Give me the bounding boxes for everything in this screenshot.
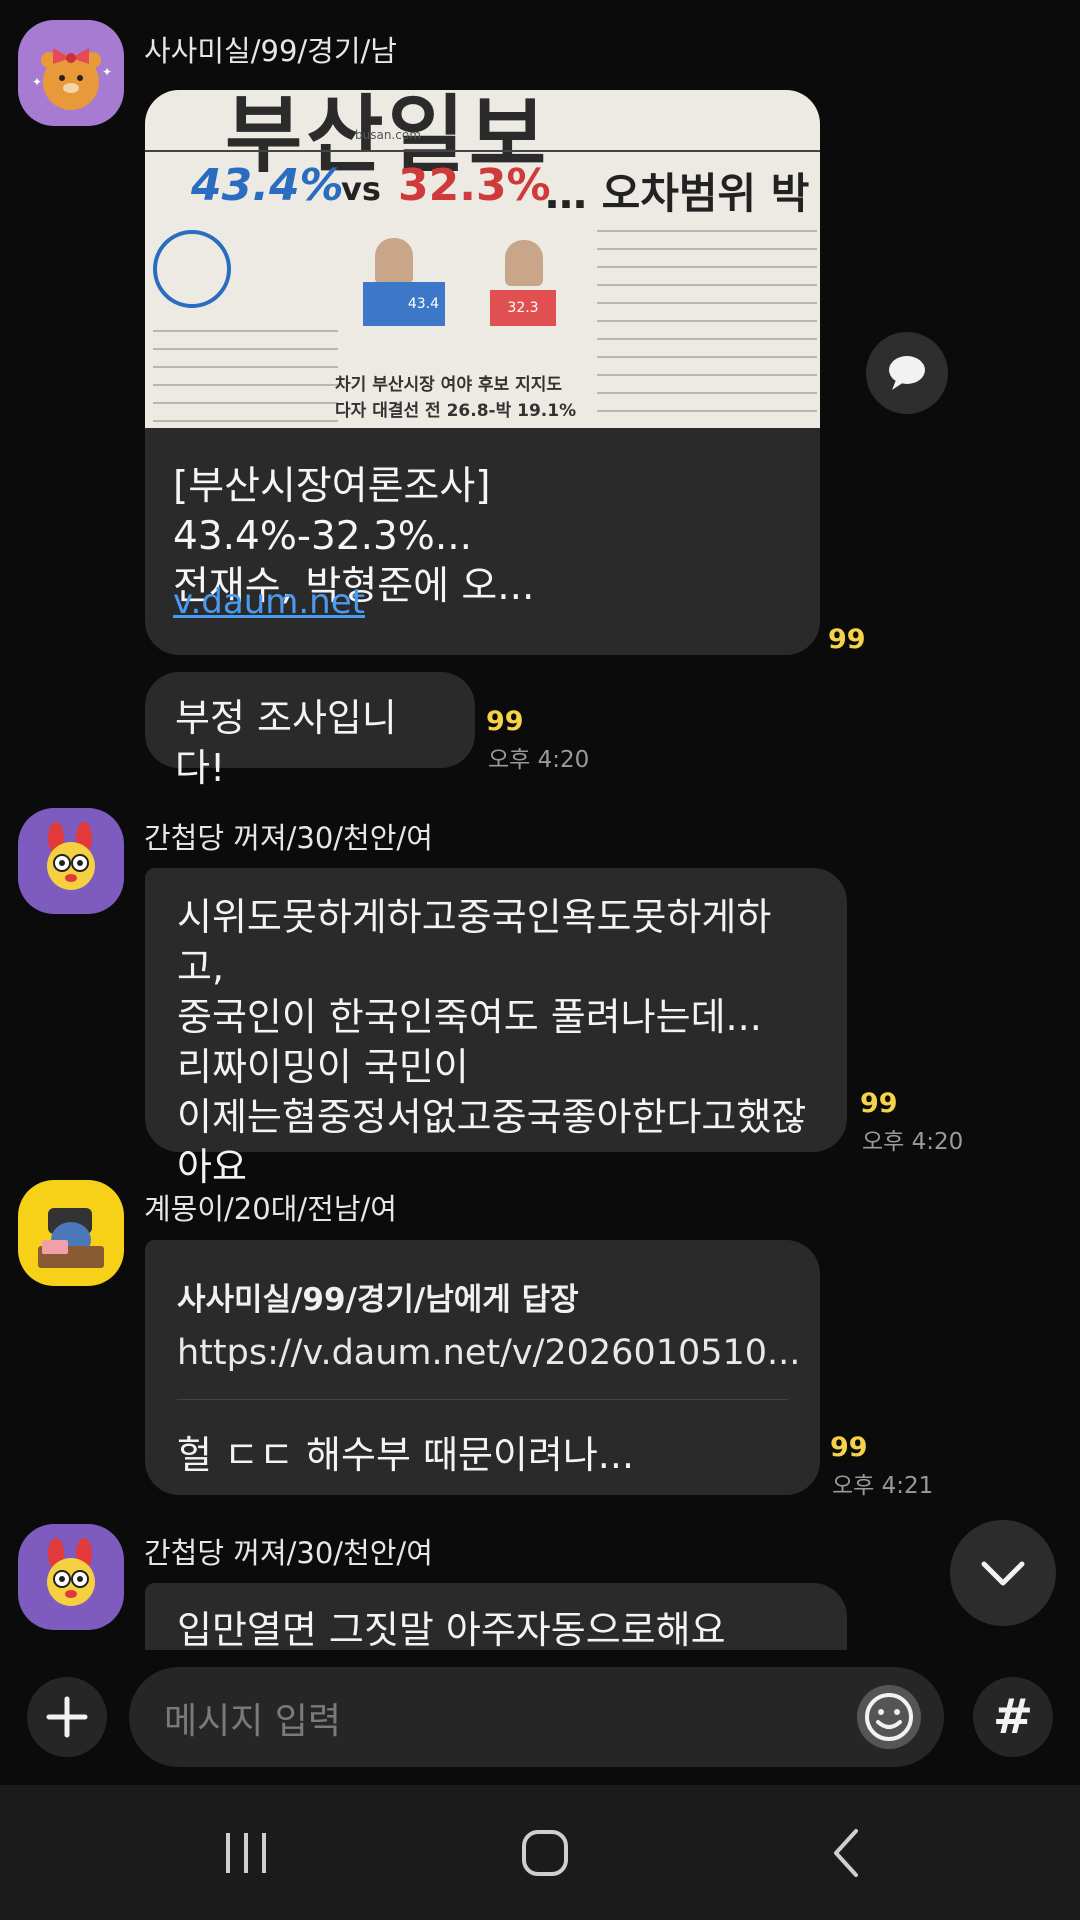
unread-count: 99 (486, 706, 524, 737)
plus-icon (46, 1696, 88, 1738)
avatar[interactable] (18, 1180, 124, 1286)
avatar[interactable] (18, 808, 124, 914)
candidate-a-photo (375, 238, 413, 284)
chevron-down-icon (981, 1561, 1025, 1586)
message-input-bar: 메시지 입력 # (0, 1650, 1080, 1785)
avatar[interactable]: ✦ ✦ (18, 20, 124, 126)
message-time: 오후 4:21 (832, 1473, 934, 1499)
recent-apps-icon[interactable] (218, 1825, 274, 1881)
message-bubble[interactable]: 입만열면 그짓말 아주자동으로해요 (145, 1583, 847, 1650)
reply-quote[interactable]: https://v.daum.net/v/2026010510... (177, 1333, 800, 1373)
share-button[interactable] (866, 332, 948, 414)
message-input[interactable]: 메시지 입력 (129, 1667, 944, 1767)
anniversary-logo (153, 230, 231, 308)
message-text: 시위도못하게하고중국인욕도못하게하고, 중국인이 한국인죽여도 풀려나는데...… (177, 895, 807, 1189)
chat-share-icon (889, 356, 925, 390)
message-time: 오후 4:20 (862, 1129, 964, 1155)
headline-pct-b: 32.3% (398, 160, 551, 211)
system-navigation-bar (0, 1785, 1080, 1920)
home-icon[interactable] (515, 1823, 575, 1883)
reply-divider (177, 1399, 788, 1400)
candidate-b-photo (505, 240, 543, 286)
newspaper-site: busan.com (355, 128, 421, 142)
link-preview-card[interactable]: 부산일보 busan.com 43.4% vs 32.3% … 오차범위 박 4… (145, 90, 820, 655)
article-text-right (597, 220, 817, 428)
input-placeholder: 메시지 입력 (164, 1701, 342, 1742)
bar-candidate-a: 43.4 (363, 282, 445, 326)
message-text: 입만열면 그짓말 아주자동으로해요 (177, 1608, 726, 1650)
unread-count: 99 (830, 1432, 868, 1463)
back-icon[interactable] (820, 1825, 876, 1881)
svg-text:✦: ✦ (102, 65, 112, 79)
message-bubble[interactable]: 부정 조사입니다! (145, 672, 475, 790)
character-at-desk-icon (38, 1208, 104, 1268)
newspaper-subhead: 차기 부산시장 여야 후보 지지도 다자 대결선 전 26.8-박 19.1% (335, 375, 577, 421)
unread-count: 99 (860, 1088, 898, 1119)
hashtag-button[interactable]: # (973, 1677, 1053, 1757)
unread-count: 99 (828, 624, 866, 655)
link-preview-url[interactable]: v.daum.net (173, 582, 365, 622)
emoji-button[interactable] (857, 1685, 921, 1749)
article-text-left (153, 320, 338, 428)
scroll-to-bottom-button[interactable] (950, 1520, 1056, 1626)
sender-name: 사사미실/99/경기/남 (144, 34, 397, 68)
muzi-character-icon (47, 822, 95, 890)
message-time: 오후 4:20 (488, 747, 590, 773)
newspaper-image: 부산일보 busan.com 43.4% vs 32.3% … 오차범위 박 4… (145, 90, 820, 428)
headline-rest: … 오차범위 박 (545, 169, 810, 218)
sender-name: 간첩당 꺼져/30/천안/여 (144, 821, 433, 855)
headline-vs: vs (341, 170, 381, 208)
emoji-icon (865, 1693, 913, 1741)
sender-name: 간첩당 꺼져/30/천안/여 (144, 1536, 433, 1570)
svg-text:✦: ✦ (32, 75, 42, 89)
sender-name: 계몽이/20대/전남/여 (144, 1192, 397, 1226)
attach-button[interactable] (27, 1677, 107, 1757)
ryan-character-icon: ✦ ✦ (32, 48, 112, 110)
reply-bubble[interactable]: 사사미실/99/경기/남에게 답장 https://v.daum.net/v/2… (145, 1240, 820, 1495)
reply-target: 사사미실/99/경기/남에게 답장 (177, 1282, 579, 1318)
bar-candidate-b: 32.3 (490, 290, 556, 326)
message-bubble[interactable]: 시위도못하게하고중국인욕도못하게하고, 중국인이 한국인죽여도 풀려나는데...… (145, 868, 847, 1189)
headline-pct-a: 43.4% (191, 160, 344, 211)
message-text: 헐 ㄷㄷ 해수부 때문이려나... (177, 1433, 635, 1477)
message-text: 부정 조사입니다! (175, 696, 397, 790)
